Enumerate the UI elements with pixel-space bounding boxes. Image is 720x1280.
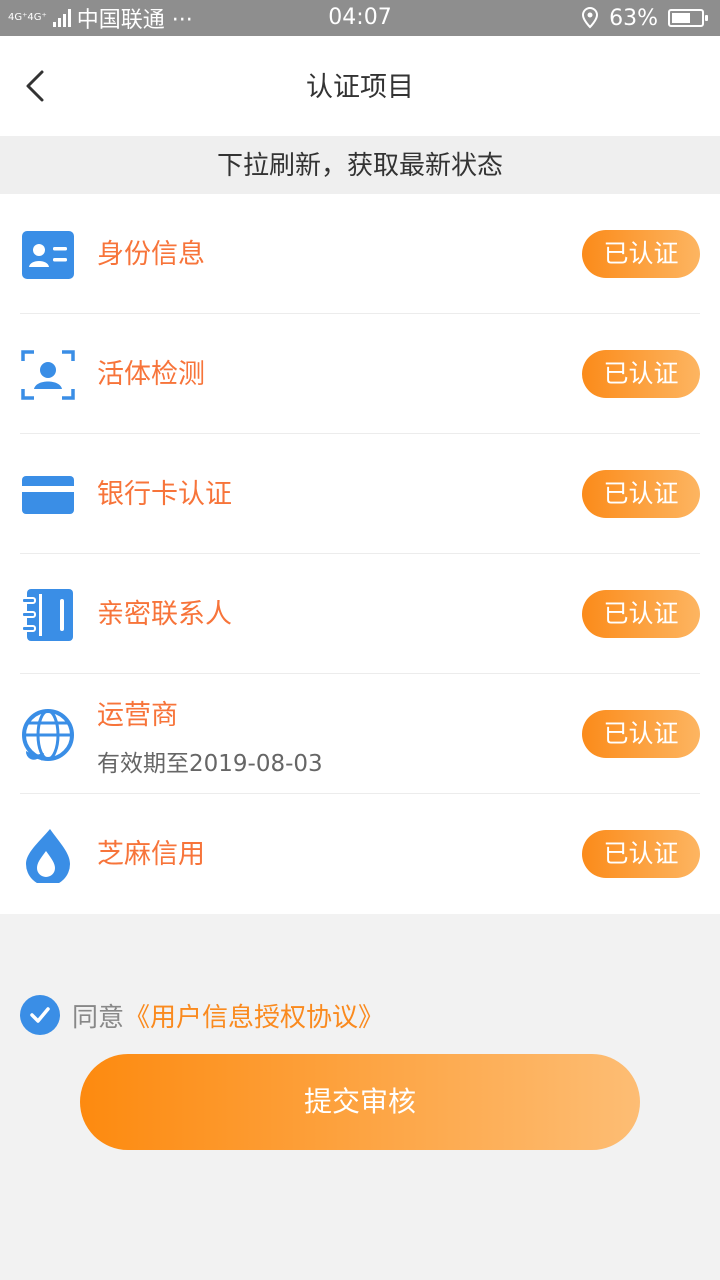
bank-card-icon <box>22 476 74 514</box>
status-bar: 4G⁺4G⁺ 中国联通 ··· 04:07 63% <box>0 0 720 36</box>
status-badge: 已认证 <box>582 470 700 518</box>
battery-fill <box>672 13 690 23</box>
contacts-book-icon <box>21 589 73 641</box>
list-item[interactable]: 芝麻信用 已认证 <box>20 794 700 914</box>
agreement-row: 同意 《用户信息授权协议》 <box>20 994 384 1036</box>
item-label: 芝麻信用 <box>97 839 205 870</box>
list-item[interactable]: 亲密联系人 已认证 <box>20 554 700 674</box>
id-card-icon <box>22 231 74 279</box>
nav-bar: 认证项目 <box>0 36 720 136</box>
refresh-tip: 下拉刷新，获取最新状态 <box>0 136 720 194</box>
status-badge: 已认证 <box>582 830 700 878</box>
status-badge: 已认证 <box>582 590 700 638</box>
agreement-text: 同意 <box>72 1002 125 1033</box>
check-icon <box>30 1007 50 1023</box>
item-label: 活体检测 <box>97 359 205 390</box>
verification-list: 身份信息 已认证 活体检测 已认证 银行卡认证 已认证 亲密联系人 已认证 运营… <box>0 194 720 914</box>
item-label: 亲密联系人 <box>97 599 232 630</box>
item-validity: 有效期至2019-08-03 <box>97 751 323 777</box>
item-label: 银行卡认证 <box>97 479 232 510</box>
status-badge: 已认证 <box>582 710 700 758</box>
list-item[interactable]: 身份信息 已认证 <box>20 194 700 314</box>
agreement-checkbox[interactable] <box>20 995 60 1035</box>
location-icon <box>582 7 599 29</box>
globe-icon <box>22 709 74 761</box>
face-scan-icon <box>21 350 75 400</box>
battery-icon <box>668 9 708 27</box>
page-title: 认证项目 <box>306 72 414 103</box>
agreement-link[interactable]: 《用户信息授权协议》 <box>124 997 384 1034</box>
item-label: 身份信息 <box>97 239 205 270</box>
battery-percent: 63% <box>609 5 658 31</box>
item-label: 运营商 <box>97 700 178 731</box>
submit-button[interactable]: 提交审核 <box>80 1054 640 1150</box>
status-badge: 已认证 <box>582 230 700 278</box>
list-item[interactable]: 银行卡认证 已认证 <box>20 434 700 554</box>
list-item[interactable]: 运营商 有效期至2019-08-03 已认证 <box>20 674 700 794</box>
sesame-drop-icon <box>26 829 70 883</box>
status-badge: 已认证 <box>582 350 700 398</box>
list-item[interactable]: 活体检测 已认证 <box>20 314 700 434</box>
